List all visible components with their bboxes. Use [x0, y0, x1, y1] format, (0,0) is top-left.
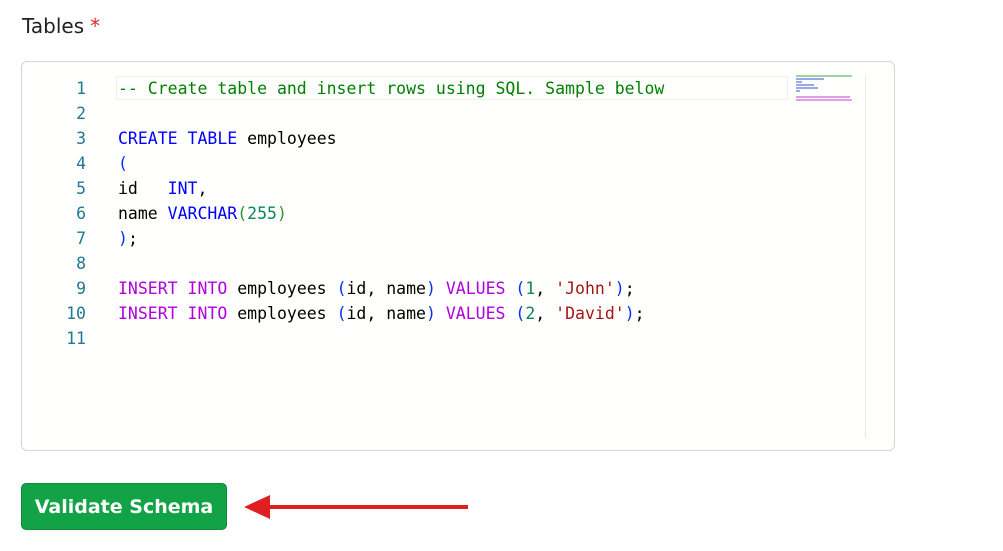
code-token: (: [515, 304, 526, 323]
code-token: (: [118, 154, 128, 173]
code-token: VARCHAR: [167, 204, 238, 223]
code-token: VALUES: [445, 279, 506, 298]
code-line[interactable]: 4(: [22, 151, 894, 176]
code-text[interactable]: CREATE TABLE employees: [118, 126, 337, 151]
code-token: id, name: [346, 304, 426, 323]
code-token: id: [118, 179, 168, 198]
code-text[interactable]: id INT,: [118, 176, 207, 201]
code-token: 255: [247, 204, 277, 223]
line-number: 7: [76, 229, 86, 248]
code-text[interactable]: INSERT INTO employees (id, name) VALUES …: [118, 276, 635, 301]
editor-scrollbar-track[interactable]: [865, 76, 866, 438]
code-line[interactable]: 10 INSERT INTO employees (id, name) VALUE…: [22, 301, 894, 326]
code-token: employees: [237, 129, 337, 148]
code-text[interactable]: (: [118, 151, 128, 176]
code-token: (: [237, 204, 248, 223]
code-line[interactable]: 5 id INT,: [22, 176, 894, 201]
code-token: ;: [634, 304, 645, 323]
validate-schema-button[interactable]: Validate Schema: [21, 483, 227, 530]
line-number: 6: [76, 204, 86, 223]
code-token: id, name: [346, 279, 426, 298]
code-token: INSERT INTO: [118, 304, 228, 323]
code-token: 1: [525, 279, 536, 298]
line-number: 10: [66, 304, 86, 323]
code-token: (: [336, 304, 347, 323]
code-token: VALUES: [445, 304, 506, 323]
code-token: 2: [525, 304, 536, 323]
code-line[interactable]: 11: [22, 326, 894, 351]
code-text[interactable]: -- Create table and insert rows using SQ…: [118, 76, 664, 101]
code-token: ): [614, 279, 625, 298]
code-line[interactable]: 6 name VARCHAR(255): [22, 201, 894, 226]
code-token: 'David': [555, 304, 625, 323]
tables-field-label: Tables *: [22, 14, 100, 38]
code-token: ): [624, 304, 635, 323]
code-token: ,: [535, 279, 556, 298]
code-token: ): [425, 304, 436, 323]
code-token: INT: [167, 179, 198, 198]
editor-minimap[interactable]: [796, 75, 866, 115]
line-number: 3: [76, 129, 86, 148]
editor-lines[interactable]: 1 -- Create table and insert rows using S…: [22, 76, 894, 351]
code-line[interactable]: 3 CREATE TABLE employees: [22, 126, 894, 151]
line-number: 4: [76, 154, 86, 173]
line-number: 5: [76, 179, 86, 198]
code-token: name: [118, 204, 168, 223]
sql-code-editor[interactable]: 1 -- Create table and insert rows using S…: [21, 61, 895, 451]
code-text[interactable]: name VARCHAR(255): [118, 201, 287, 226]
code-token: ,: [535, 304, 556, 323]
line-number: 8: [76, 254, 86, 273]
code-token: ): [118, 229, 128, 248]
code-text[interactable]: );: [118, 226, 138, 251]
code-line[interactable]: 1 -- Create table and insert rows using S…: [22, 76, 894, 101]
line-number: 9: [76, 279, 86, 298]
code-token: (: [336, 279, 347, 298]
code-token: ,: [197, 179, 208, 198]
tables-label-text: Tables: [22, 14, 85, 38]
line-number: 1: [76, 79, 86, 98]
code-line[interactable]: 8: [22, 251, 894, 276]
code-token: CREATE TABLE: [118, 129, 238, 148]
code-line[interactable]: 2: [22, 101, 894, 126]
code-token: employees: [227, 279, 337, 298]
code-line[interactable]: 7);: [22, 226, 894, 251]
code-line[interactable]: 9 INSERT INTO employees (id, name) VALUES…: [22, 276, 894, 301]
code-token: ): [425, 279, 436, 298]
code-token: employees: [227, 304, 337, 323]
code-token: ;: [127, 229, 138, 248]
line-number: 11: [66, 329, 86, 348]
code-token: (: [515, 279, 526, 298]
code-token: 'John': [555, 279, 615, 298]
code-token: ;: [624, 279, 635, 298]
code-token: -- Create table and insert rows using SQ…: [118, 79, 665, 98]
code-text[interactable]: INSERT INTO employees (id, name) VALUES …: [118, 301, 645, 326]
arrow-left-icon: [244, 495, 468, 519]
line-number: 2: [76, 104, 86, 123]
required-marker: *: [90, 14, 101, 38]
code-token: ): [276, 204, 287, 223]
code-token: INSERT INTO: [118, 279, 228, 298]
